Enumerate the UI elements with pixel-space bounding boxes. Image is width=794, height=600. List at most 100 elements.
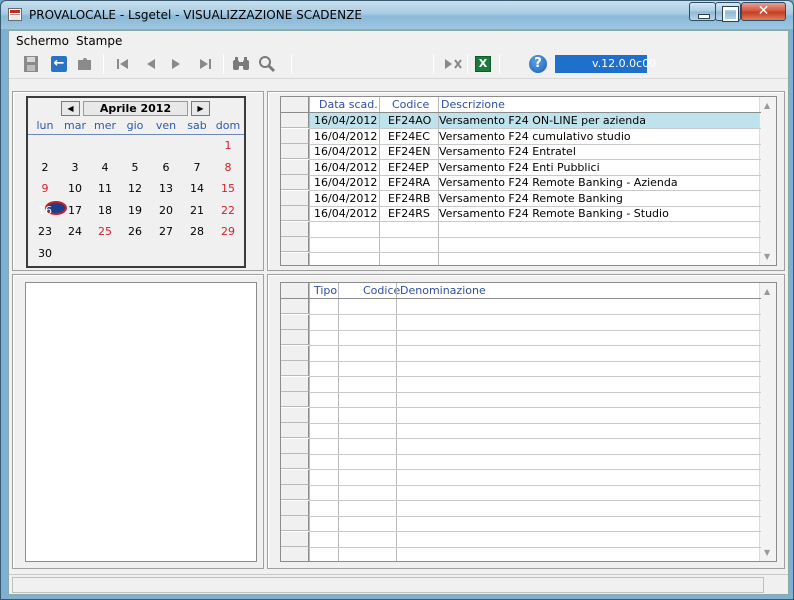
calendar-day[interactable]: 1 [213,139,243,152]
cell-description[interactable]: Versamento F24 cumulativo studio [439,129,631,144]
deadlines-grid[interactable]: Data scad. Codice Descrizione ▲ ▼ 16/04/… [280,96,777,266]
title-bar[interactable]: PROVALOCALE - Lsgetel - VISUALIZZAZIONE … [1,1,793,29]
cell-date[interactable]: 16/04/2012 [314,160,377,175]
cell-code[interactable]: EF24AO [388,113,431,128]
save-icon[interactable] [21,54,41,74]
calendar-day[interactable]: 28 [182,225,212,238]
row-indicator[interactable] [281,190,309,206]
cell-code[interactable]: EF24EP [388,160,429,175]
calendar-day[interactable]: 3 [60,161,90,174]
calendar-day[interactable]: 21 [182,204,212,217]
puzzle-icon[interactable] [75,54,95,74]
row-indicator[interactable] [281,361,309,376]
row-indicator[interactable] [281,144,309,159]
row-indicator[interactable] [281,175,309,190]
col-header-denominazione[interactable]: Denominazione [400,283,486,298]
calendar-day[interactable]: 29 [213,225,243,238]
row-indicator[interactable] [281,547,309,561]
cell-code[interactable]: EF24RB [388,191,430,206]
row-indicator[interactable] [281,469,309,485]
calendar-day[interactable]: 2 [30,161,60,174]
calendar-day[interactable]: 14 [182,182,212,195]
last-record-icon[interactable] [195,54,215,74]
cell-code[interactable]: EF24EC [388,129,430,144]
calendar-day[interactable]: 11 [90,182,120,195]
calendar-day[interactable]: 10 [60,182,90,195]
app-icon[interactable] [8,8,22,21]
row-indicator[interactable] [281,206,309,221]
calendar-prev-button[interactable]: ◀ [61,101,80,116]
prev-record-icon[interactable] [141,54,161,74]
cell-code[interactable]: EF24RA [388,175,430,190]
scroll-up-icon[interactable]: ▲ [764,101,770,110]
calendar-day[interactable]: 22 [213,204,243,217]
cell-description[interactable]: Versamento F24 Remote Banking - Azienda [439,175,678,190]
vertical-scrollbar[interactable]: ▲ ▼ [759,97,776,265]
calendar-day[interactable]: 4 [90,161,120,174]
calendar-day[interactable]: 24 [60,225,90,238]
calendar-day[interactable]: 18 [90,204,120,217]
cell-date[interactable]: 16/04/2012 [314,144,377,159]
close-button[interactable]: ✕ [741,2,786,21]
row-indicator[interactable] [281,531,309,547]
binoculars-icon[interactable] [231,54,251,74]
row-indicator[interactable] [281,438,309,454]
scroll-up-icon[interactable]: ▲ [764,287,770,296]
details-grid[interactable]: Tipo Codice Denominazione ▲ ▼ [280,282,777,562]
col-header-codice[interactable]: Codice [363,283,400,298]
menu-schermo[interactable]: Schermo [16,34,69,48]
back-icon[interactable]: ← [49,54,69,74]
row-indicator[interactable] [281,407,309,423]
cell-date[interactable]: 16/04/2012 [314,175,377,190]
calendar-day[interactable]: 27 [151,225,181,238]
cell-date[interactable]: 16/04/2012 [314,191,377,206]
calendar-day-today[interactable]: 16 [30,204,60,217]
col-header-descrizione[interactable]: Descrizione [441,97,505,112]
calendar-day[interactable]: 30 [30,247,60,260]
maximize-button[interactable] [715,2,741,22]
row-indicator[interactable] [281,314,309,330]
row-indicator[interactable] [281,392,309,407]
calendar-day[interactable]: 25 [90,225,120,238]
calendar-next-button[interactable]: ▶ [191,101,210,116]
cell-description[interactable]: Versamento F24 ON-LINE per azienda [439,113,646,128]
cell-code[interactable]: EF24RS [388,206,430,221]
cell-date[interactable]: 16/04/2012 [314,206,377,221]
cell-code[interactable]: EF24EN [388,144,430,159]
row-indicator[interactable] [281,376,309,392]
cell-date[interactable]: 16/04/2012 [314,129,377,144]
next-record-icon[interactable] [166,54,186,74]
calendar-day[interactable]: 15 [213,182,243,195]
calendar-day[interactable]: 7 [182,161,212,174]
row-indicator[interactable] [281,330,309,345]
cell-description[interactable]: Versamento F24 Enti Pubblici [439,160,600,175]
search-icon[interactable] [257,54,277,74]
row-indicator[interactable] [281,485,309,500]
menu-stampe[interactable]: Stampe [76,34,122,48]
calendar-day[interactable]: 9 [30,182,60,195]
minimize-button[interactable] [689,2,716,21]
row-indicator[interactable] [281,516,309,531]
vertical-scrollbar[interactable]: ▲ ▼ [759,283,776,561]
calendar-day[interactable]: 5 [120,161,150,174]
row-indicator[interactable] [281,113,309,128]
delete-icon[interactable] [443,54,463,74]
col-header-data-scad[interactable]: Data scad. [319,97,378,112]
calendar-day[interactable]: 20 [151,204,181,217]
row-indicator[interactable] [281,345,309,361]
calendar-day[interactable]: 26 [120,225,150,238]
col-header-tipo[interactable]: Tipo [314,283,337,298]
row-indicator[interactable] [281,299,309,314]
help-icon[interactable]: ? [528,54,548,74]
row-indicator[interactable] [281,500,309,516]
row-indicator[interactable] [281,237,309,252]
row-indicator[interactable] [281,159,309,175]
row-indicator[interactable] [281,221,309,237]
calendar-day[interactable]: 17 [60,204,90,217]
first-record-icon[interactable] [113,54,133,74]
cell-description[interactable]: Versamento F24 Remote Banking [439,191,623,206]
scroll-down-icon[interactable]: ▼ [764,252,770,261]
scroll-down-icon[interactable]: ▼ [764,548,770,557]
calendar-day[interactable]: 13 [151,182,181,195]
calendar-day[interactable]: 6 [151,161,181,174]
